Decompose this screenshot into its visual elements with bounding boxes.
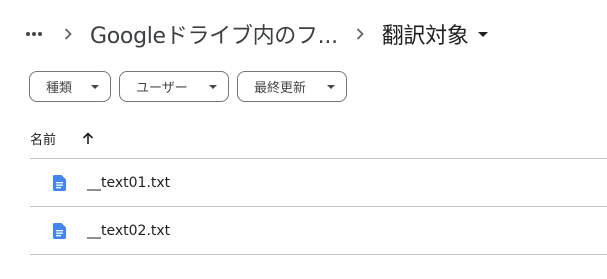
arrow-drop-down-icon xyxy=(326,82,336,92)
arrow-drop-down-icon xyxy=(208,82,218,92)
filter-type-chip[interactable]: 種類 xyxy=(29,71,111,102)
chevron-right-icon xyxy=(348,22,372,46)
drive-folder-view: Googleドライブ内のフ... 翻訳対象 種類 ユーザー 最終更新 名前 __… xyxy=(0,0,607,279)
filter-modified-label: 最終更新 xyxy=(254,81,307,96)
filter-chips: 種類 ユーザー 最終更新 xyxy=(29,71,347,102)
file-row[interactable]: __text02.txt xyxy=(30,207,607,254)
breadcrumb-parent-folder[interactable]: Googleドライブ内のフ... xyxy=(80,18,348,50)
breadcrumb-current-folder[interactable]: 翻訳対象 xyxy=(372,18,473,50)
arrow-drop-down-icon xyxy=(90,82,100,92)
chevron-right-icon xyxy=(56,22,80,46)
filter-people-chip[interactable]: ユーザー xyxy=(119,71,229,102)
filter-type-label: 種類 xyxy=(46,81,73,96)
list-header: 名前 xyxy=(30,126,96,150)
breadcrumb: Googleドライブ内のフ... 翻訳対象 xyxy=(22,14,493,54)
filter-modified-chip[interactable]: 最終更新 xyxy=(237,71,347,102)
file-name: __text02.txt xyxy=(87,222,171,239)
name-column-header[interactable]: 名前 xyxy=(30,129,56,148)
docs-file-icon xyxy=(51,222,67,240)
filter-people-label: ユーザー xyxy=(136,81,188,96)
row-divider xyxy=(30,254,607,255)
file-row[interactable]: __text01.txt xyxy=(30,159,607,206)
docs-file-icon xyxy=(51,174,67,192)
more-horiz-icon[interactable] xyxy=(22,22,46,46)
arrow-upward-icon[interactable] xyxy=(80,130,96,146)
arrow-drop-down-icon[interactable] xyxy=(473,24,493,44)
file-name: __text01.txt xyxy=(87,174,171,191)
